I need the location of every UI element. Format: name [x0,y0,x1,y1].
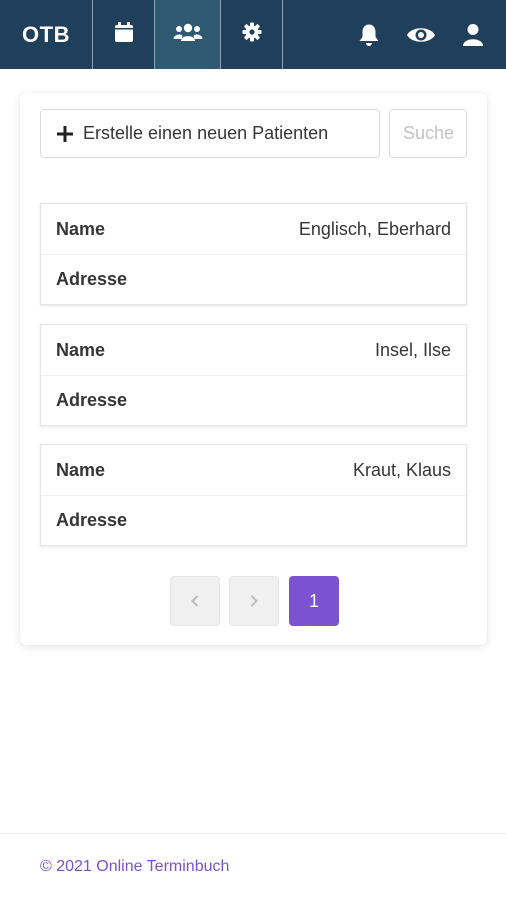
calendar-icon [114,21,134,48]
gear-icon [242,22,262,47]
patient-name-row: Name Englisch, Eberhard [41,204,466,254]
patient-address-row: Adresse [41,254,466,304]
patient-card[interactable]: Name Kraut, Klaus Adresse [40,444,467,546]
nav-item-calendar[interactable] [93,0,155,69]
bell-icon[interactable] [358,23,380,47]
page-1-button[interactable]: 1 [289,576,339,626]
name-label: Name [56,339,106,360]
create-patient-label: Erstelle einen neuen Patienten [83,123,329,143]
name-label: Name [56,218,106,239]
plus-icon [57,125,73,142]
footer-copyright: © 2021 Online Terminbuch [40,858,230,875]
patient-name-row: Name Kraut, Klaus [41,445,466,495]
patient-name: Insel, Ilse [374,339,451,360]
patient-address-row: Adresse [41,375,466,425]
address-label: Adresse [56,269,128,289]
eye-icon[interactable] [406,25,436,45]
patient-address-row: Adresse [41,495,466,545]
patient-card[interactable]: Name Insel, Ilse Adresse [40,324,467,426]
chevron-left-icon [191,591,199,612]
nav-item-settings[interactable] [221,0,283,69]
patient-name: Kraut, Klaus [352,459,451,480]
user-icon[interactable] [462,23,484,47]
chevron-right-icon [250,591,258,612]
name-label: Name [56,459,106,480]
users-icon [173,22,203,47]
pagination: 1 [20,576,487,626]
nav-right-icons [332,0,506,69]
address-label: Adresse [56,510,128,530]
patients-card: Erstelle einen neuen Patienten Name Engl… [20,93,487,645]
next-page-button[interactable] [229,576,279,626]
patient-name-row: Name Insel, Ilse [41,325,466,375]
nav-item-patients[interactable] [155,0,221,69]
patient-name: Englisch, Eberhard [298,218,451,239]
search-input[interactable] [389,109,467,158]
patient-card[interactable]: Name Englisch, Eberhard Adresse [40,203,467,305]
create-patient-button[interactable]: Erstelle einen neuen Patienten [40,109,380,158]
previous-page-button[interactable] [170,576,220,626]
address-label: Adresse [56,390,128,410]
brand-logo[interactable]: OTB [0,0,93,69]
footer: © 2021 Online Terminbuch [0,833,506,900]
top-navbar: OTB [0,0,506,69]
